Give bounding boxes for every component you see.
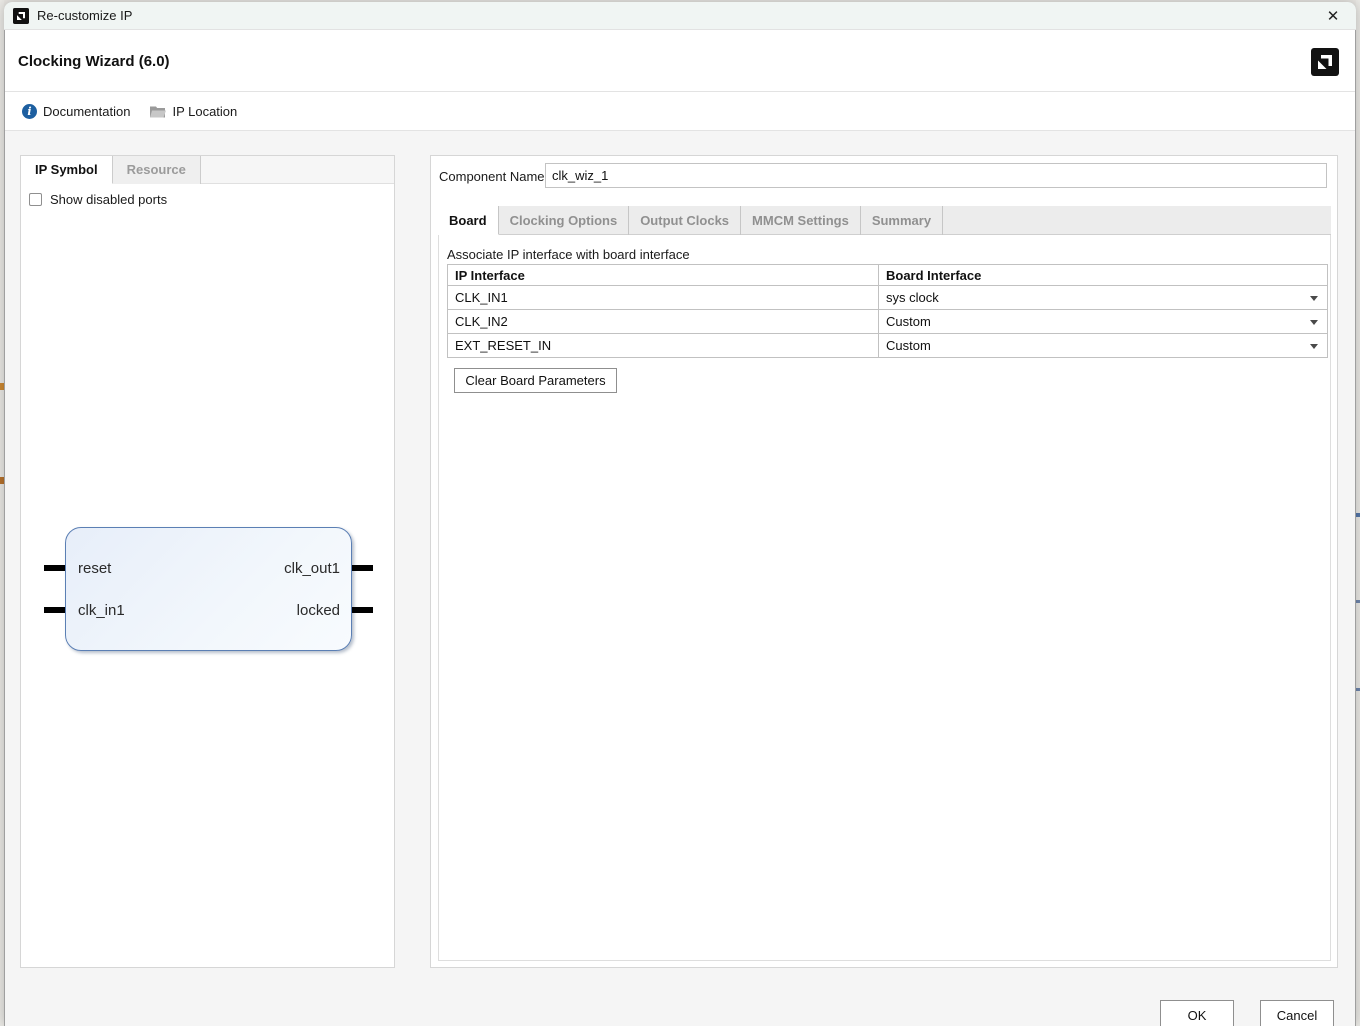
desktop-speck bbox=[1356, 600, 1360, 603]
port-label-locked: locked bbox=[297, 602, 340, 619]
xilinx-logo-icon bbox=[13, 8, 29, 24]
configuration-panel: Component Name Board Clocking Options Ou… bbox=[430, 155, 1338, 968]
page-title: Clocking Wizard (6.0) bbox=[18, 53, 170, 70]
desktop-speck bbox=[1356, 688, 1360, 691]
ip-location-label: IP Location bbox=[172, 104, 237, 119]
port-label-clk-in1: clk_in1 bbox=[78, 602, 125, 619]
table-row: EXT_RESET_IN Custom bbox=[448, 334, 1328, 358]
ip-location-button[interactable]: IP Location bbox=[144, 100, 243, 123]
documentation-button[interactable]: i Documentation bbox=[16, 100, 136, 123]
port-stub-locked bbox=[352, 607, 373, 613]
toolbar: i Documentation IP Location bbox=[5, 93, 1355, 131]
ip-interface-cell: EXT_RESET_IN bbox=[448, 334, 879, 358]
port-stub-clk-in1 bbox=[44, 607, 65, 613]
show-disabled-ports-option[interactable]: Show disabled ports bbox=[29, 192, 167, 207]
cancel-button[interactable]: Cancel bbox=[1260, 1000, 1334, 1026]
component-name-input[interactable] bbox=[545, 163, 1327, 188]
board-tab-content: Associate IP interface with board interf… bbox=[438, 235, 1331, 961]
port-label-reset: reset bbox=[78, 560, 111, 577]
table-row: CLK_IN2 Custom bbox=[448, 310, 1328, 334]
tab-summary[interactable]: Summary bbox=[861, 206, 943, 235]
xilinx-logo-icon bbox=[1311, 48, 1339, 76]
board-interface-dropdown[interactable]: Custom bbox=[879, 310, 1328, 334]
tab-resource[interactable]: Resource bbox=[113, 156, 201, 184]
board-interface-table: IP Interface Board Interface CLK_IN1 sys… bbox=[447, 264, 1328, 358]
show-disabled-ports-label: Show disabled ports bbox=[50, 192, 167, 207]
column-header-ip-interface: IP Interface bbox=[448, 265, 879, 286]
table-header-row: IP Interface Board Interface bbox=[448, 265, 1328, 286]
ip-symbol-diagram bbox=[65, 527, 352, 651]
dropdown-value: sys clock bbox=[886, 290, 939, 305]
port-label-clk-out1: clk_out1 bbox=[284, 560, 340, 577]
ok-button[interactable]: OK bbox=[1160, 1000, 1234, 1026]
chevron-down-icon bbox=[1310, 320, 1318, 325]
close-icon[interactable]: ✕ bbox=[1316, 4, 1350, 28]
header: Clocking Wizard (6.0) bbox=[5, 31, 1355, 92]
column-header-board-interface: Board Interface bbox=[879, 265, 1328, 286]
dropdown-value: Custom bbox=[886, 314, 931, 329]
titlebar: Re-customize IP ✕ bbox=[4, 2, 1356, 30]
info-icon: i bbox=[22, 104, 37, 119]
tab-board[interactable]: Board bbox=[438, 206, 499, 235]
dropdown-value: Custom bbox=[886, 338, 931, 353]
tab-mmcm-settings[interactable]: MMCM Settings bbox=[741, 206, 861, 235]
chevron-down-icon bbox=[1310, 296, 1318, 301]
tab-clocking-options[interactable]: Clocking Options bbox=[499, 206, 630, 235]
window-title: Re-customize IP bbox=[37, 8, 132, 23]
tab-output-clocks[interactable]: Output Clocks bbox=[629, 206, 741, 235]
ip-interface-cell: CLK_IN2 bbox=[448, 310, 879, 334]
screen: Re-customize IP ✕ Clocking Wizard (6.0) … bbox=[0, 0, 1360, 1026]
component-name-label: Component Name bbox=[439, 169, 545, 184]
settings-tabstrip: Board Clocking Options Output Clocks MMC… bbox=[438, 206, 1331, 235]
show-disabled-ports-checkbox[interactable] bbox=[29, 193, 42, 206]
clear-board-parameters-button[interactable]: Clear Board Parameters bbox=[454, 368, 617, 393]
documentation-label: Documentation bbox=[43, 104, 130, 119]
board-interface-dropdown[interactable]: sys clock bbox=[879, 286, 1328, 310]
ip-interface-cell: CLK_IN1 bbox=[448, 286, 879, 310]
port-stub-reset bbox=[44, 565, 65, 571]
component-name-row: Component Name bbox=[431, 156, 1337, 200]
table-row: CLK_IN1 sys clock bbox=[448, 286, 1328, 310]
folder-icon bbox=[150, 105, 166, 118]
desktop-edge-right bbox=[1356, 0, 1360, 1026]
left-tabstrip: IP Symbol Resource bbox=[21, 156, 394, 184]
port-stub-clk-out1 bbox=[352, 565, 373, 571]
associate-instruction: Associate IP interface with board interf… bbox=[447, 247, 690, 262]
chevron-down-icon bbox=[1310, 344, 1318, 349]
board-interface-dropdown[interactable]: Custom bbox=[879, 334, 1328, 358]
tab-ip-symbol[interactable]: IP Symbol bbox=[21, 156, 113, 184]
desktop-speck bbox=[1356, 513, 1360, 517]
